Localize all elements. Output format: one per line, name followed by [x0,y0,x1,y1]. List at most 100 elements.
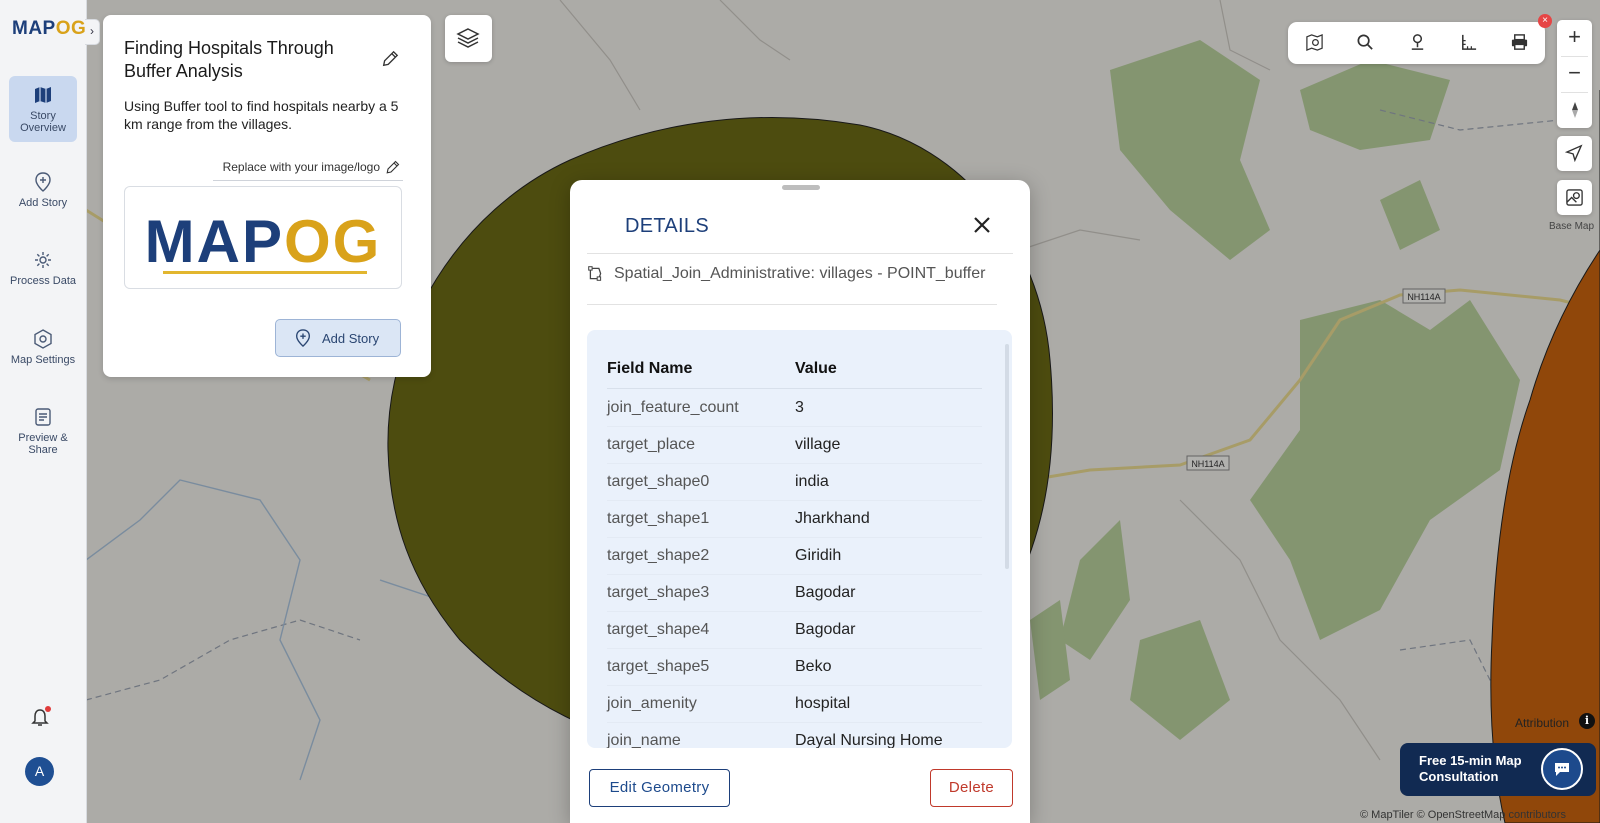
layers-button[interactable] [445,15,492,62]
value-cell: Jharkhand [795,510,870,527]
avatar[interactable]: A [25,757,54,786]
story-logo: MAPOG [125,212,401,272]
table-scrollbar[interactable] [1005,344,1009,569]
table-row: join_amenity hospital [587,686,987,723]
logo-underline [163,271,367,274]
sidebar-item-map-settings[interactable]: Map Settings [9,320,77,374]
divider [1561,92,1588,93]
measure-icon[interactable] [1459,33,1478,52]
close-icon[interactable] [970,213,994,237]
sidebar-collapse-toggle[interactable]: › [85,19,100,45]
field-name-cell: join_name [607,732,681,748]
table-row: target_shape2 Giridih [587,538,987,575]
basemap-icon [1566,189,1583,206]
logo-map-text: MAP [144,208,284,275]
table-row: join_feature_count 3 [587,390,987,427]
sidebar: MAPOG Story Overview Add Story Process D… [0,0,87,823]
table-row: target_shape3 Bagodar [587,575,987,612]
layer-name-row: Spatial_Join_Administrative: villages - … [587,265,997,283]
chat-icon [1555,763,1569,776]
divider [587,304,997,305]
zoom-in-button[interactable]: + [1557,20,1592,55]
field-name-cell: target_shape3 [607,584,710,601]
replace-image-link[interactable]: Replace with your image/logo [103,160,400,175]
field-name-cell: join_feature_count [607,399,739,416]
modal-title: DETAILS [625,215,709,237]
divider [607,388,982,389]
sidebar-item-label: Process Data [9,275,77,287]
map-search-icon[interactable] [1305,33,1324,52]
layer-name: Spatial_Join_Administrative: villages - … [614,265,986,282]
table-row: target_shape0 india [587,464,987,501]
edit-geometry-button[interactable]: Edit Geometry [589,769,730,807]
map-toolbar [1288,22,1545,64]
field-name-cell: target_place [607,436,696,453]
pencil-icon[interactable] [381,50,399,68]
logo-map-text: MAP [12,18,56,39]
story-logo-image: MAPOG [124,186,402,289]
print-icon[interactable] [1510,33,1529,52]
sidebar-item-label: Story Overview [20,110,66,134]
map-icon [35,87,51,103]
logo-og-text: OG [55,18,87,39]
value-cell: village [795,436,841,453]
table-row: join_name Dayal Nursing Home [587,723,987,748]
value-cell: india [795,473,829,490]
value-cell: Giridih [795,547,842,564]
compass-icon[interactable] [1565,100,1585,120]
locate-button[interactable] [1557,136,1592,171]
consultation-banner[interactable]: Free 15-min Map Consultation [1400,743,1596,796]
road-label: NH114A [1407,292,1440,302]
field-name-cell: target_shape4 [607,621,710,638]
sidebar-item-label: Add Story [18,197,68,209]
table-row: target_shape5 Beko [587,649,987,686]
zoom-out-button[interactable]: − [1557,56,1592,91]
story-card: Finding Hospitals Through Buffer Analysi… [103,15,431,377]
layers-icon [456,28,480,48]
field-name-cell: target_shape1 [607,510,710,527]
value-cell: Beko [795,658,832,675]
field-name-header: Field Name [607,360,693,377]
pin-icon[interactable] [1408,33,1427,52]
zoom-controls: + − [1557,20,1592,128]
preview-icon [35,408,51,426]
close-toolbar-icon[interactable]: × [1538,14,1552,28]
add-story-button[interactable]: Add Story [275,319,401,357]
drag-handle[interactable] [782,185,820,190]
value-cell: hospital [795,695,851,712]
sidebar-item-preview-share[interactable]: Preview & Share [9,398,77,464]
value-header: Value [795,360,837,377]
map-copyright[interactable]: © MapTiler © OpenStreetMap contributors [1360,809,1566,821]
polygon-icon [588,266,602,282]
sidebar-item-label: Map Settings [10,354,76,366]
sidebar-item-add-story[interactable]: Add Story [9,163,77,217]
sidebar-item-label: Preview & Share [18,432,68,456]
consultation-label: Free 15-min Map Consultation [1419,753,1522,784]
navigation-arrow-icon [1565,144,1583,162]
replace-image-label: Replace with your image/logo [222,160,380,174]
pencil-icon [386,161,400,174]
story-description: Using Buffer tool to find hospitals near… [124,98,399,132]
chat-button[interactable] [1541,748,1583,790]
divider [587,253,1013,254]
basemap-button[interactable] [1557,180,1592,215]
value-cell: Bagodar [795,584,856,601]
gear-icon [35,252,51,268]
road-label: NH114A [1191,459,1224,469]
delete-button[interactable]: Delete [930,769,1013,807]
attribution-label[interactable]: Attribution [1515,716,1569,730]
info-icon[interactable]: i [1579,713,1595,729]
details-modal: DETAILS Spatial_Join_Administrative: vil… [570,180,1030,823]
story-title: Finding Hospitals Through Buffer Analysi… [124,38,334,81]
value-cell: Bagodar [795,621,856,638]
field-name-cell: join_amenity [607,695,697,712]
map-pin-plus-icon [35,172,51,192]
divider [213,180,403,181]
field-name-cell: target_shape0 [607,473,710,490]
settings-hex-icon [34,329,52,349]
app-logo[interactable]: MAPOG [12,18,86,40]
attribute-table[interactable]: Field Name Value join_feature_count 3 tar… [587,330,1012,748]
sidebar-item-process-data[interactable]: Process Data [9,241,77,295]
sidebar-item-story-overview[interactable]: Story Overview [9,76,77,142]
search-icon[interactable] [1356,33,1375,52]
